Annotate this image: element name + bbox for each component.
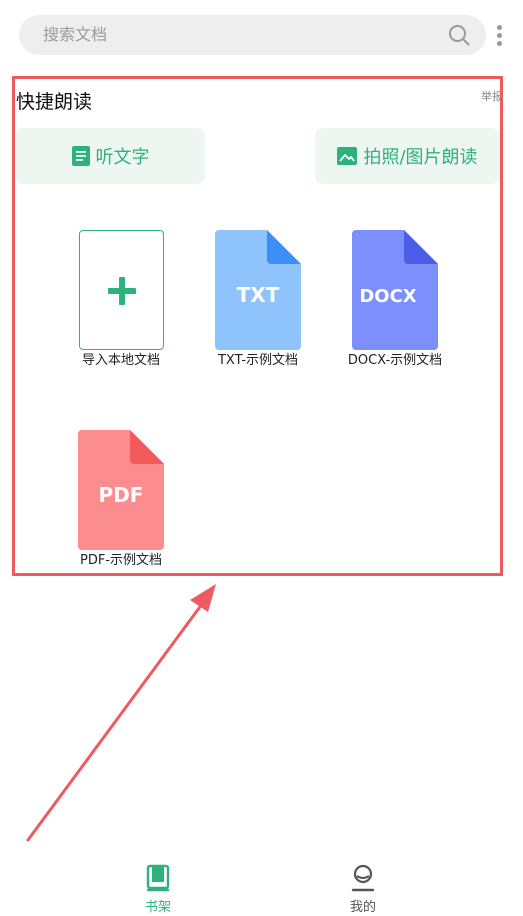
search-icon[interactable] (448, 24, 470, 46)
txt-sample-document[interactable]: TXT TXT-示例文档 (210, 230, 306, 369)
import-box[interactable] (78, 230, 164, 350)
svg-text:TXT: TXT (237, 283, 280, 307)
docx-sample-document[interactable]: DOCX DOCX-示例文档 (347, 230, 443, 369)
search-input[interactable]: 搜索文档 (43, 25, 107, 45)
listen-text-label: 听文字 (95, 147, 150, 168)
pdf-sample-document[interactable]: PDF PDF-示例文档 (73, 430, 169, 569)
photo-read-label: 拍照/图片朗读 (363, 147, 478, 168)
photo-read-button[interactable]: 拍照/图片朗读 (315, 128, 500, 184)
document-text-icon (71, 146, 90, 166)
listen-text-button[interactable]: 听文字 (16, 128, 205, 184)
tab-bookshelf-label: 书架 (144, 900, 171, 915)
tab-bookshelf[interactable]: 书架 (118, 856, 198, 916)
import-local-document[interactable]: 导入本地文档 (73, 230, 169, 369)
more-menu-icon[interactable] (495, 25, 503, 49)
svg-text:DOCX: DOCX (359, 286, 416, 307)
bottom-tab-bar: 书架 我的 (0, 856, 523, 916)
document-caption: TXT-示例文档 (217, 353, 299, 368)
pdf-file-icon[interactable]: PDF (78, 430, 164, 550)
search-bar[interactable]: 搜索文档 (19, 15, 486, 55)
svg-text:PDF: PDF (99, 483, 144, 507)
report-link[interactable]: 举报 (481, 90, 503, 104)
section-title: 快捷朗读 (16, 91, 93, 113)
document-caption: 导入本地文档 (81, 353, 160, 368)
document-caption: DOCX-示例文档 (347, 353, 443, 368)
user-profile-icon (351, 864, 375, 892)
document-caption: PDF-示例文档 (79, 553, 163, 568)
image-icon (337, 147, 358, 165)
txt-file-icon[interactable]: TXT (215, 230, 301, 350)
docx-file-icon[interactable]: DOCX (352, 230, 438, 350)
tab-mine-label: 我的 (349, 900, 376, 915)
plus-icon (107, 277, 136, 305)
bookshelf-icon (146, 864, 170, 892)
tab-mine[interactable]: 我的 (323, 856, 403, 916)
